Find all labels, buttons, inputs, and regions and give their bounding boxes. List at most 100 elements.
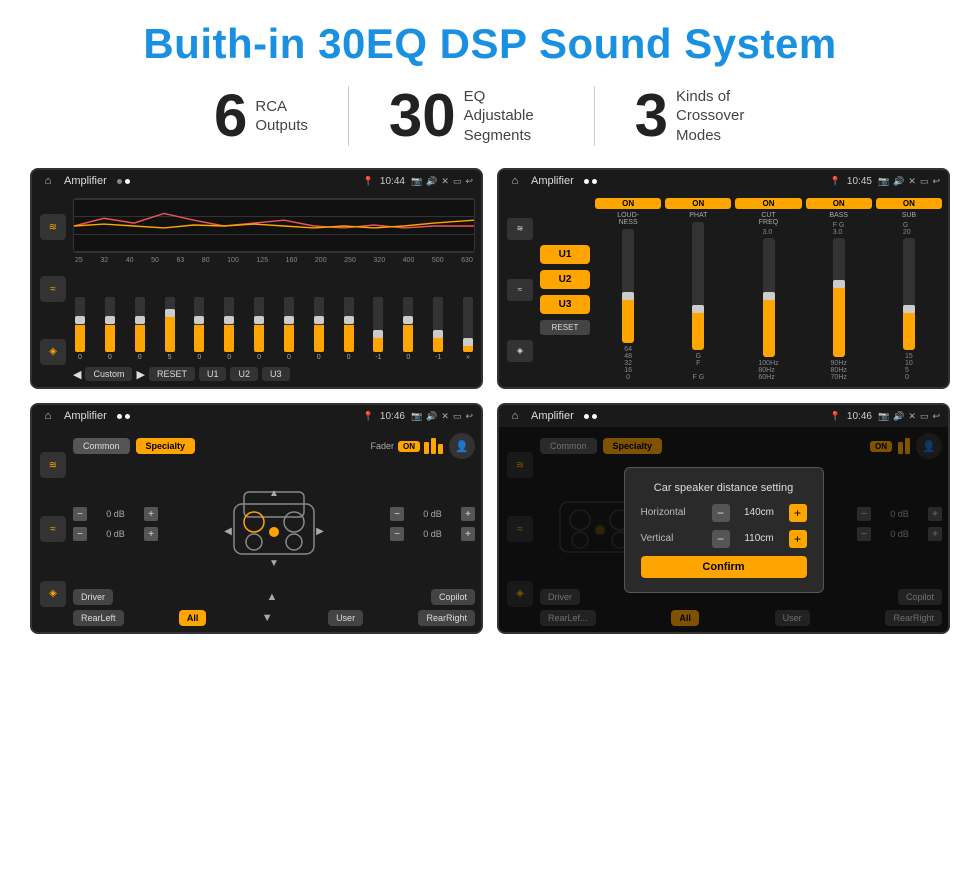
fader-sliders bbox=[424, 438, 443, 454]
right-bottom-plus[interactable]: + bbox=[461, 527, 475, 541]
left-top-plus[interactable]: + bbox=[144, 507, 158, 521]
crossover-reset-btn[interactable]: RESET bbox=[540, 320, 590, 335]
avatar-btn[interactable]: 👤 bbox=[449, 433, 475, 459]
vertical-plus-btn[interactable]: + bbox=[789, 530, 807, 548]
sub-on[interactable]: ON bbox=[876, 198, 942, 209]
loudness-on[interactable]: ON bbox=[595, 198, 661, 209]
cutfreq-on[interactable]: ON bbox=[735, 198, 801, 209]
window-icon: ▭ bbox=[453, 176, 462, 187]
left-bottom-plus[interactable]: + bbox=[144, 527, 158, 541]
dialog-home-icon[interactable]: ⌂ bbox=[507, 408, 523, 424]
phat-slider[interactable] bbox=[692, 222, 704, 350]
speaker-bottom-btns: Driver ▲ Copilot bbox=[73, 589, 475, 605]
all-btn[interactable]: All bbox=[179, 610, 207, 626]
bass-on[interactable]: ON bbox=[806, 198, 872, 209]
driver-btn[interactable]: Driver bbox=[73, 589, 113, 605]
eq-prev-btn[interactable]: ◀ bbox=[73, 368, 81, 381]
eq-sidebar-btn-2[interactable]: ≈ bbox=[40, 276, 66, 302]
slider-track-2[interactable] bbox=[105, 297, 115, 352]
eq-screen-title: Amplifier bbox=[64, 175, 107, 187]
slider-track-13[interactable] bbox=[433, 297, 443, 352]
loudness-slider[interactable] bbox=[622, 229, 634, 343]
dot-2 bbox=[125, 179, 130, 184]
common-tab[interactable]: Common bbox=[73, 438, 130, 454]
speaker-time: 10:46 bbox=[380, 411, 405, 422]
slider-val-5: 0 bbox=[197, 354, 201, 361]
slider-track-4[interactable] bbox=[165, 297, 175, 352]
back-icon[interactable]: ↩ bbox=[465, 176, 473, 187]
dot-c1 bbox=[584, 179, 589, 184]
confirm-button[interactable]: Confirm bbox=[641, 556, 807, 578]
copilot-btn[interactable]: Copilot bbox=[431, 589, 475, 605]
left-bottom-minus[interactable]: − bbox=[73, 527, 87, 541]
horizontal-val: 140cm bbox=[736, 507, 783, 518]
slider-track-10[interactable] bbox=[344, 297, 354, 352]
speaker-sidebar-btn-1[interactable]: ≋ bbox=[40, 452, 66, 478]
back-icon2[interactable]: ↩ bbox=[932, 176, 940, 187]
page-title: Buith-in 30EQ DSP Sound System bbox=[30, 20, 950, 68]
crossover-home-icon[interactable]: ⌂ bbox=[507, 173, 523, 189]
vertical-minus-btn[interactable]: − bbox=[712, 530, 730, 548]
phat-on[interactable]: ON bbox=[665, 198, 731, 209]
slider-track-11[interactable] bbox=[373, 297, 383, 352]
eq-status-bar: ⌂ Amplifier 📍 10:44 📷 🔊 ✕ ▭ ↩ bbox=[32, 170, 481, 192]
slider-track-8[interactable] bbox=[284, 297, 294, 352]
svg-text:▲: ▲ bbox=[269, 488, 279, 499]
horizontal-minus-btn[interactable]: − bbox=[712, 504, 730, 522]
dot-d2 bbox=[592, 414, 597, 419]
up-icon[interactable]: ▲ bbox=[267, 591, 278, 603]
crossover-channels: ON LOUD-NESS 644832160 ON PHAT bbox=[595, 198, 942, 381]
u3-preset-btn[interactable]: U3 bbox=[540, 295, 590, 314]
slider-track-12[interactable] bbox=[403, 297, 413, 352]
back-icon4[interactable]: ↩ bbox=[932, 411, 940, 422]
u1-preset-btn[interactable]: U1 bbox=[540, 245, 590, 264]
user-btn[interactable]: User bbox=[328, 610, 363, 626]
slider-track-3[interactable] bbox=[135, 297, 145, 352]
home-icon[interactable]: ⌂ bbox=[40, 173, 56, 189]
fader-on-btn[interactable]: ON bbox=[398, 441, 420, 452]
crossover-sidebar-btn-2[interactable]: ≈ bbox=[507, 279, 533, 301]
close-icon: ✕ bbox=[441, 176, 449, 187]
eq-custom-btn[interactable]: Custom bbox=[85, 367, 132, 381]
eq-u1-btn[interactable]: U1 bbox=[199, 367, 227, 381]
horizontal-plus-btn[interactable]: + bbox=[789, 504, 807, 522]
right-bottom-minus[interactable]: − bbox=[390, 527, 404, 541]
specialty-tab[interactable]: Specialty bbox=[136, 438, 196, 454]
bass-slider[interactable] bbox=[833, 238, 845, 357]
down-icon[interactable]: ▼ bbox=[262, 612, 273, 624]
cutfreq-slider[interactable] bbox=[763, 238, 775, 357]
right-top-minus[interactable]: − bbox=[390, 507, 404, 521]
slider-track-6[interactable] bbox=[224, 297, 234, 352]
svg-text:▼: ▼ bbox=[269, 558, 279, 569]
eq-u2-btn[interactable]: U2 bbox=[230, 367, 258, 381]
crossover-status-bar: ⌂ Amplifier 📍 10:45 📷 🔊 ✕ ▭ ↩ bbox=[499, 170, 948, 192]
stats-row: 6 RCAOutputs 30 EQ AdjustableSegments 3 … bbox=[30, 86, 950, 146]
eq-sidebar-btn-3[interactable]: ◈ bbox=[40, 339, 66, 365]
left-top-minus[interactable]: − bbox=[73, 507, 87, 521]
cam-icon4: 📷 bbox=[878, 411, 889, 422]
crossover-sidebar-btn-1[interactable]: ≋ bbox=[507, 218, 533, 240]
stat-eq-number: 30 bbox=[389, 86, 456, 146]
eq-reset-btn[interactable]: RESET bbox=[149, 367, 195, 381]
eq-sidebar-btn-1[interactable]: ≋ bbox=[40, 214, 66, 240]
x-icon4: ✕ bbox=[908, 411, 916, 422]
crossover-sidebar-btn-3[interactable]: ◈ bbox=[507, 340, 533, 362]
slider-track-5[interactable] bbox=[194, 297, 204, 352]
eq-play-btn[interactable]: ▶ bbox=[136, 368, 144, 381]
slider-track-14[interactable] bbox=[463, 297, 473, 352]
slider-track-7[interactable] bbox=[254, 297, 264, 352]
slider-track-9[interactable] bbox=[314, 297, 324, 352]
speaker-home-icon[interactable]: ⌂ bbox=[40, 408, 56, 424]
back-icon3[interactable]: ↩ bbox=[465, 411, 473, 422]
eq-u3-btn[interactable]: U3 bbox=[262, 367, 290, 381]
rearleft-btn[interactable]: RearLeft bbox=[73, 610, 124, 626]
sub-slider[interactable] bbox=[903, 238, 915, 350]
dialog-screen-card: ⌂ Amplifier 📍 10:46 📷 🔊 ✕ ▭ ↩ bbox=[497, 403, 950, 634]
speaker-sidebar-btn-2[interactable]: ≈ bbox=[40, 516, 66, 542]
u2-preset-btn[interactable]: U2 bbox=[540, 270, 590, 289]
rearright-btn[interactable]: RearRight bbox=[418, 610, 475, 626]
speaker-sidebar-btn-3[interactable]: ◈ bbox=[40, 581, 66, 607]
slider-track-1[interactable] bbox=[75, 297, 85, 352]
right-top-plus[interactable]: + bbox=[461, 507, 475, 521]
loc-icon4: 📍 bbox=[830, 411, 841, 422]
